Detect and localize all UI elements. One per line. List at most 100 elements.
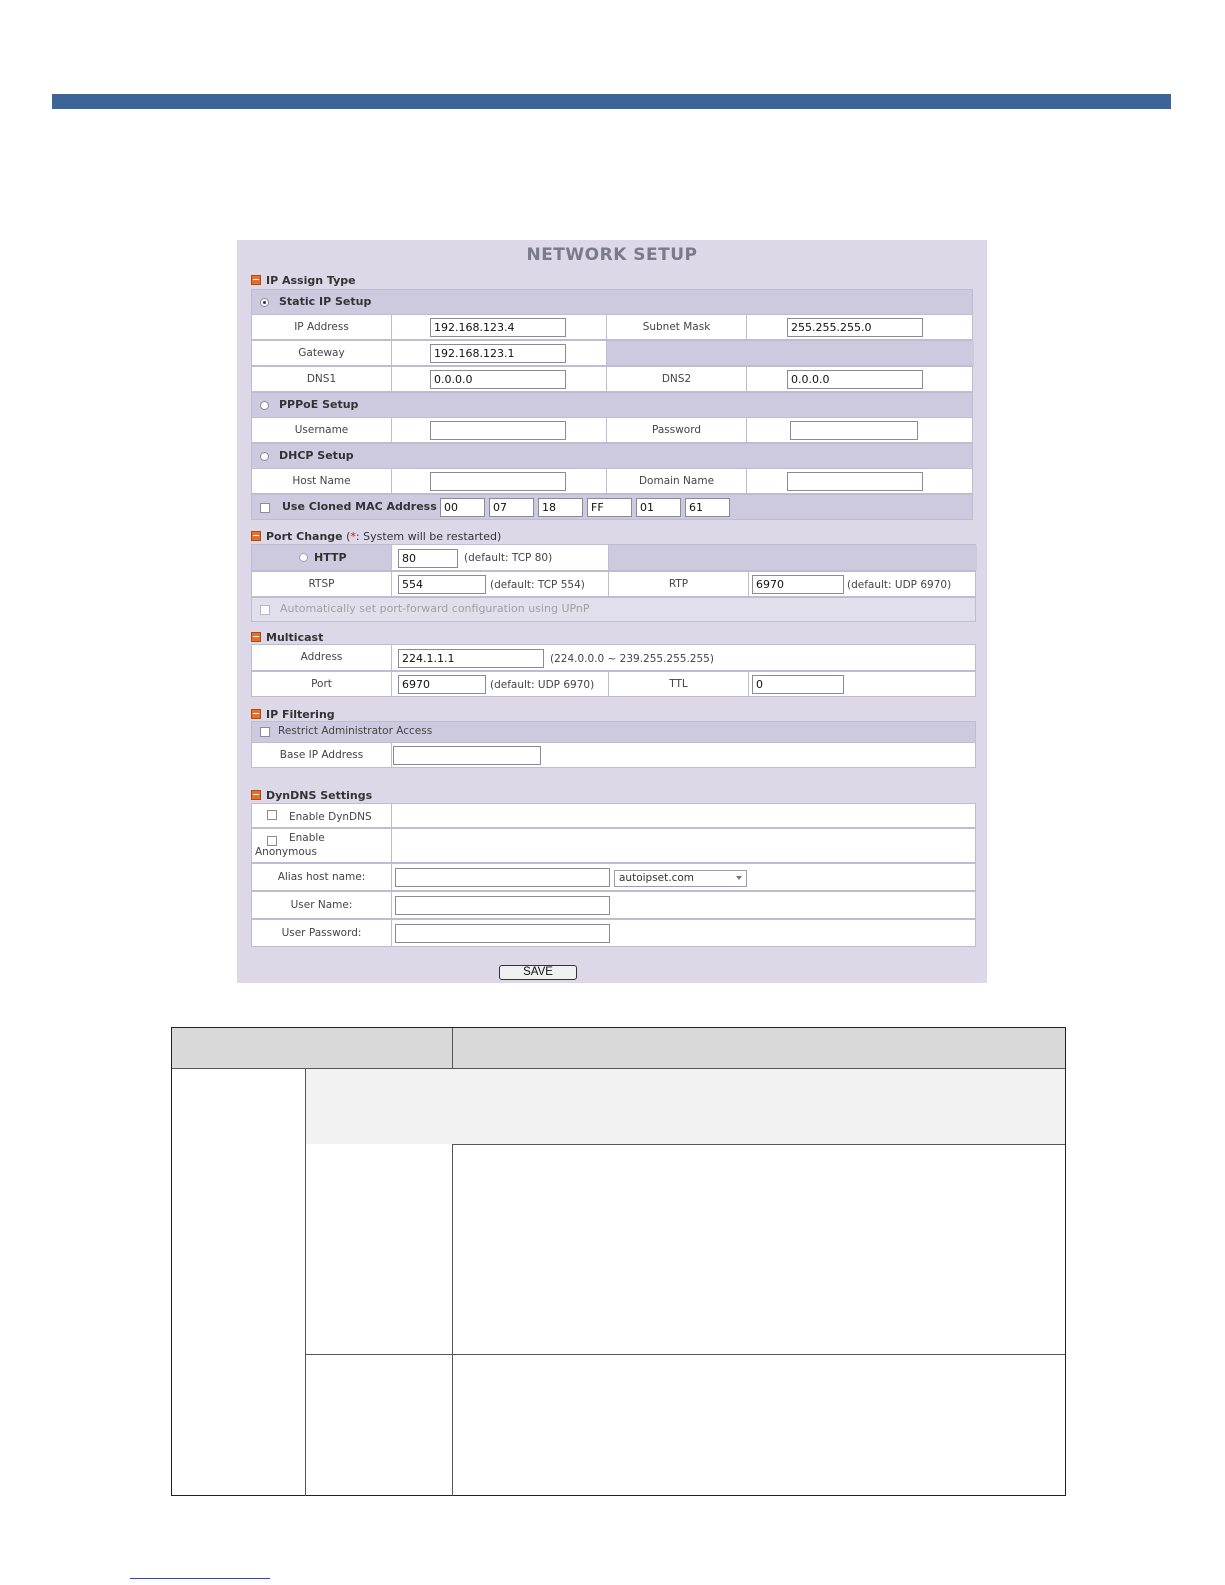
pppoe-radio[interactable] bbox=[260, 401, 269, 410]
table-col-divider-2 bbox=[452, 1144, 453, 1496]
pppoe-header-row: PPPoE Setup bbox=[251, 392, 973, 418]
base-ip-label: Base IP Address bbox=[252, 743, 392, 767]
enable-dyndns-checkbox[interactable] bbox=[267, 810, 277, 820]
restrict-access-label: Restrict Administrator Access bbox=[278, 725, 433, 737]
dns-row: DNS1 0.0.0.0 DNS2 0.0.0.0 bbox=[251, 366, 973, 392]
dns2-input[interactable]: 0.0.0.0 bbox=[787, 370, 923, 389]
multicast-address-row: Address 224.1.1.1 (224.0.0.0 ~ 239.255.2… bbox=[251, 644, 976, 671]
http-radio[interactable] bbox=[299, 553, 308, 562]
table-merged-cell bbox=[306, 1069, 1065, 1144]
panel-title: NETWORK SETUP bbox=[526, 245, 698, 265]
enable-dyndns-label: Enable DynDNS bbox=[289, 811, 372, 823]
dhcp-header-row: DHCP Setup bbox=[251, 443, 973, 469]
http-port-hint: (default: TCP 80) bbox=[464, 552, 553, 564]
table-header-divider bbox=[452, 1028, 453, 1068]
rtsp-port-input[interactable]: 554 bbox=[398, 575, 486, 594]
ip-address-label: IP Address bbox=[252, 315, 392, 339]
section-ip-assign-type: IP Assign Type bbox=[251, 274, 356, 287]
cloned-mac-checkbox[interactable] bbox=[260, 503, 270, 513]
mac-octet-1-input[interactable]: 00 bbox=[440, 498, 485, 517]
http-port-input[interactable]: 80 bbox=[398, 549, 458, 568]
gateway-input[interactable]: 192.168.123.1 bbox=[430, 344, 566, 363]
rtsp-rtp-row: RTSP 554 (default: TCP 554) RTP 6970 (de… bbox=[251, 571, 976, 597]
base-ip-row: Base IP Address bbox=[251, 742, 976, 768]
gateway-row-empty bbox=[607, 341, 974, 365]
dns1-input[interactable]: 0.0.0.0 bbox=[430, 370, 566, 389]
dyndns-user-password-label: User Password: bbox=[252, 920, 392, 946]
mac-octet-4-input[interactable]: FF bbox=[587, 498, 632, 517]
top-banner-bar bbox=[52, 94, 1171, 109]
multicast-address-input[interactable]: 224.1.1.1 bbox=[398, 649, 544, 668]
upnp-row: Automatically set port-forward configura… bbox=[251, 597, 976, 622]
restrict-access-row: Restrict Administrator Access bbox=[251, 721, 976, 743]
cloned-mac-row: Use Cloned MAC Address 00 07 18 FF 01 61 bbox=[251, 494, 973, 520]
gateway-row: Gateway 192.168.123.1 bbox=[251, 340, 974, 366]
host-name-input[interactable] bbox=[430, 472, 566, 491]
upnp-label: Automatically set port-forward configura… bbox=[280, 602, 590, 615]
mac-octet-2-input[interactable]: 07 bbox=[489, 498, 534, 517]
footer-link-underline[interactable] bbox=[130, 1578, 270, 1579]
rtp-port-hint: (default: UDP 6970) bbox=[847, 579, 952, 591]
dhcp-label: DHCP Setup bbox=[279, 449, 354, 462]
alias-host-label: Alias host name: bbox=[252, 864, 392, 890]
rtsp-port-hint: (default: TCP 554) bbox=[490, 579, 585, 591]
ttl-label: TTL bbox=[609, 672, 749, 696]
multicast-port-input[interactable]: 6970 bbox=[398, 675, 486, 694]
enable-anonymous-label-1: Enable bbox=[289, 832, 325, 844]
static-ip-radio[interactable] bbox=[260, 298, 269, 307]
multicast-address-label: Address bbox=[252, 645, 392, 670]
section-marker-icon bbox=[251, 632, 261, 642]
ip-address-input[interactable]: 192.168.123.4 bbox=[430, 318, 566, 337]
http-label: HTTP bbox=[314, 551, 347, 564]
enable-dyndns-row: Enable DynDNS bbox=[251, 803, 976, 828]
enable-anonymous-row: Enable Anonymous bbox=[251, 828, 976, 863]
upnp-checkbox[interactable] bbox=[260, 605, 270, 615]
mac-octet-5-input[interactable]: 01 bbox=[636, 498, 681, 517]
mac-octet-3-input[interactable]: 18 bbox=[538, 498, 583, 517]
dns1-label: DNS1 bbox=[252, 367, 392, 391]
save-button[interactable]: SAVE bbox=[499, 965, 577, 980]
section-ip-filtering: IP Filtering bbox=[251, 708, 335, 721]
domain-name-label: Domain Name bbox=[607, 469, 747, 493]
alias-host-input[interactable] bbox=[395, 868, 610, 887]
http-row-empty bbox=[609, 545, 977, 570]
dhcp-names-row: Host Name Domain Name bbox=[251, 468, 973, 494]
gateway-label: Gateway bbox=[252, 341, 392, 365]
dyndns-user-name-label: User Name: bbox=[252, 892, 392, 918]
dhcp-radio[interactable] bbox=[260, 452, 269, 461]
dyndns-user-password-input[interactable] bbox=[395, 924, 610, 943]
ttl-input[interactable]: 0 bbox=[752, 675, 844, 694]
rtp-label: RTP bbox=[609, 572, 749, 596]
dyndns-domain-select[interactable]: autoipset.com bbox=[614, 870, 747, 887]
dyndns-user-password-row: User Password: bbox=[251, 919, 976, 947]
pppoe-username-input[interactable] bbox=[430, 421, 566, 440]
rtsp-label: RTSP bbox=[252, 572, 392, 596]
section-multicast: Multicast bbox=[251, 631, 323, 644]
section-marker-icon bbox=[251, 531, 261, 541]
multicast-address-hint: (224.0.0.0 ~ 239.255.255.255) bbox=[550, 653, 714, 665]
http-row: HTTP 80 (default: TCP 80) bbox=[251, 544, 977, 571]
mac-octet-6-input[interactable]: 61 bbox=[685, 498, 730, 517]
restrict-access-checkbox[interactable] bbox=[260, 727, 270, 737]
restart-note: : System will be restarted) bbox=[355, 530, 502, 543]
multicast-port-row: Port 6970 (default: UDP 6970) TTL 0 bbox=[251, 671, 976, 697]
table-row-rule-1 bbox=[452, 1144, 1065, 1145]
table-col-divider-1 bbox=[305, 1069, 306, 1496]
host-name-label: Host Name bbox=[252, 469, 392, 493]
pppoe-password-input[interactable] bbox=[790, 421, 918, 440]
rtp-port-input[interactable]: 6970 bbox=[752, 575, 844, 594]
static-ip-label: Static IP Setup bbox=[279, 295, 372, 308]
dns2-label: DNS2 bbox=[607, 367, 747, 391]
section-marker-icon bbox=[251, 275, 261, 285]
enable-anonymous-label-2: Anonymous bbox=[255, 846, 317, 858]
cloned-mac-label: Use Cloned MAC Address bbox=[282, 500, 437, 513]
table-header-row bbox=[172, 1028, 1065, 1068]
dyndns-user-name-input[interactable] bbox=[395, 896, 610, 915]
multicast-port-hint: (default: UDP 6970) bbox=[490, 679, 595, 691]
section-marker-icon bbox=[251, 790, 261, 800]
section-marker-icon bbox=[251, 709, 261, 719]
subnet-mask-input[interactable]: 255.255.255.0 bbox=[787, 318, 923, 337]
base-ip-input[interactable] bbox=[393, 746, 541, 765]
domain-name-input[interactable] bbox=[787, 472, 923, 491]
pppoe-label: PPPoE Setup bbox=[279, 398, 359, 411]
